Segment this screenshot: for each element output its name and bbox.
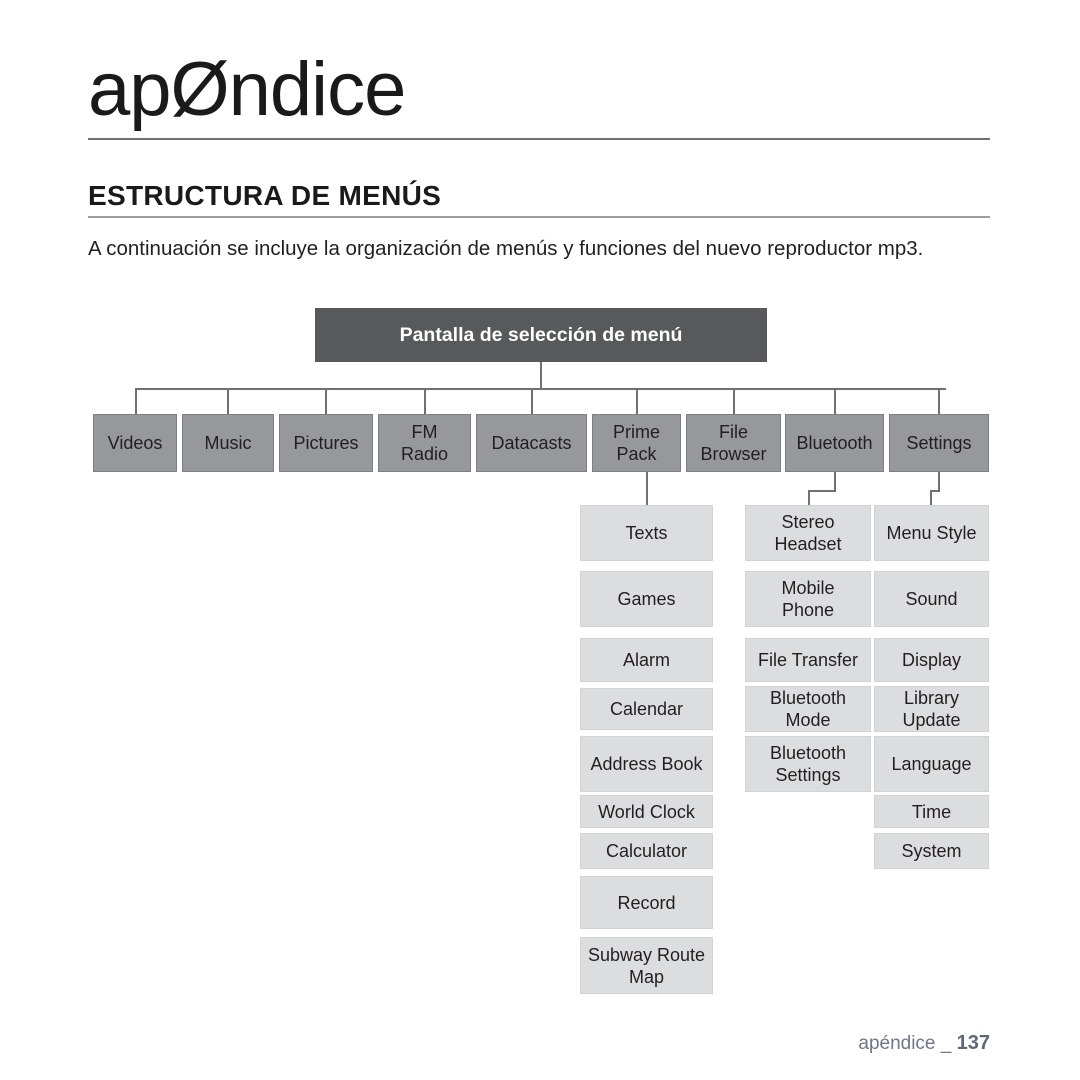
connector-drop-videos xyxy=(135,388,137,415)
connector-drop-bluetooth xyxy=(834,388,836,415)
diagram-node-system: System xyxy=(874,833,989,869)
connector-drop-fm-radio xyxy=(424,388,426,415)
diagram-node-record: Record xyxy=(580,876,713,929)
diagram-node-menu-style: Menu Style xyxy=(874,505,989,561)
diagram-node-stereo-headset: Stereo Headset xyxy=(745,505,871,561)
diagram-node-music: Music xyxy=(182,414,274,472)
diagram-node-prime-pack: Prime Pack xyxy=(592,414,681,472)
diagram-node-bluetooth-settings: Bluetooth Settings xyxy=(745,736,871,792)
footer-page-number: 137 xyxy=(956,1032,990,1054)
connector-drop-pictures xyxy=(325,388,327,415)
diagram-node-library-update: Library Update xyxy=(874,686,989,732)
diagram-node-world-clock: World Clock xyxy=(580,795,713,828)
diagram-node-file-browser: File Browser xyxy=(686,414,781,472)
diagram-node-videos: Videos xyxy=(93,414,177,472)
diagram-node-alarm: Alarm xyxy=(580,638,713,682)
connector-bluetooth-jog xyxy=(808,490,836,492)
footer-label: apéndice _ xyxy=(858,1033,952,1054)
diagram-node-pictures: Pictures xyxy=(279,414,373,472)
diagram-node-fm-radio: FM Radio xyxy=(378,414,471,472)
connector-drop-file-browser xyxy=(733,388,735,415)
diagram-node-sound: Sound xyxy=(874,571,989,627)
diagram-node-settings: Settings xyxy=(889,414,989,472)
connector-drop-datacasts xyxy=(531,388,533,415)
diagram-node-subway-route-map: Subway Route Map xyxy=(580,937,713,994)
page-footer: apéndice _ 137 xyxy=(0,1032,990,1055)
connector-root-drop xyxy=(540,362,542,390)
diagram-node-bluetooth-mode: Bluetooth Mode xyxy=(745,686,871,732)
connector-prime-pack-to-children xyxy=(646,472,648,505)
diagram-node-calendar: Calendar xyxy=(580,688,713,730)
diagram-node-bluetooth: Bluetooth xyxy=(785,414,884,472)
connector-bluetooth-to-children xyxy=(808,490,810,505)
connector-bluetooth-drop xyxy=(834,472,836,491)
menu-structure-diagram: Pantalla de selección de menú Videos Mus… xyxy=(0,0,1080,1080)
diagram-node-mobile-phone: Mobile Phone xyxy=(745,571,871,627)
diagram-node-games: Games xyxy=(580,571,713,627)
diagram-node-texts: Texts xyxy=(580,505,713,561)
connector-bus xyxy=(135,388,946,390)
connector-drop-settings xyxy=(938,388,940,415)
diagram-node-calculator: Calculator xyxy=(580,833,713,869)
diagram-node-root: Pantalla de selección de menú xyxy=(315,308,767,362)
diagram-node-language: Language xyxy=(874,736,989,792)
connector-settings-to-children xyxy=(930,490,932,505)
diagram-node-file-transfer: File Transfer xyxy=(745,638,871,682)
connector-drop-music xyxy=(227,388,229,415)
diagram-node-address-book: Address Book xyxy=(580,736,713,792)
diagram-node-datacasts: Datacasts xyxy=(476,414,587,472)
connector-settings-drop xyxy=(938,472,940,491)
diagram-node-time: Time xyxy=(874,795,989,828)
diagram-node-display: Display xyxy=(874,638,989,682)
connector-drop-prime-pack xyxy=(636,388,638,415)
